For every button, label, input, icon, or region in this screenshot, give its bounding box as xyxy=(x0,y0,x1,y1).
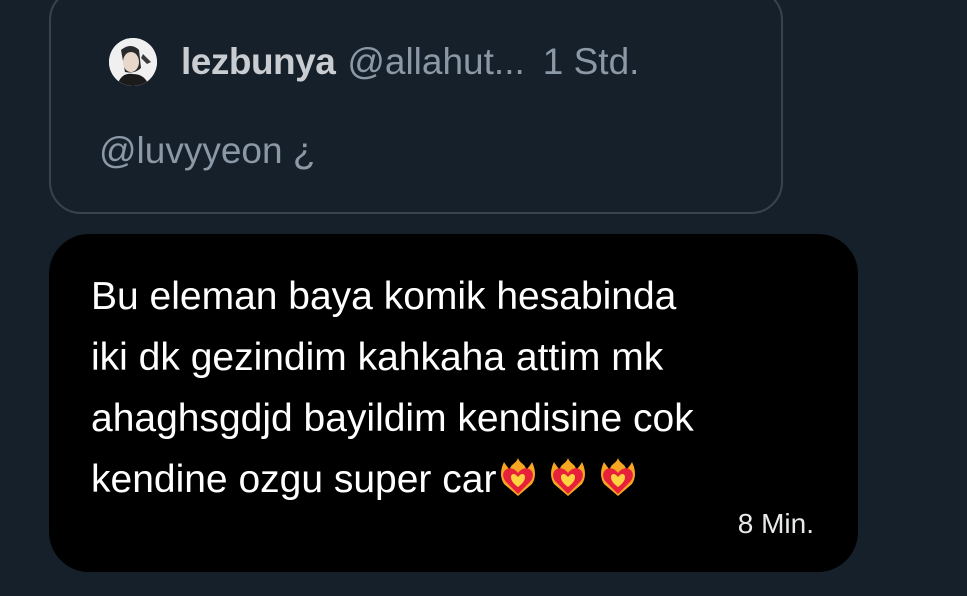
message-line-text: kendine ozgu super car xyxy=(91,458,497,501)
quoted-handle[interactable]: @allahut... xyxy=(347,41,524,83)
message-text: Bu eleman baya komik hesabinda iki dk ge… xyxy=(91,266,831,516)
message-line: Bu eleman baya komik hesabinda xyxy=(91,275,677,318)
message-bubble[interactable]: Bu eleman baya komik hesabinda iki dk ge… xyxy=(49,234,858,572)
user-avatar[interactable] xyxy=(109,38,157,86)
quoted-display-name[interactable]: lezbunya xyxy=(181,41,336,83)
quoted-tweet-header: lezbunya @allahut... 1 Std. xyxy=(109,38,639,86)
heart-on-fire-icon xyxy=(546,454,590,516)
message-line: iki dk gezindim kahkaha attim mk xyxy=(91,336,664,379)
avatar-photo-icon xyxy=(109,38,157,86)
quoted-timestamp[interactable]: 1 Std. xyxy=(543,41,640,83)
quoted-tweet-card[interactable]: lezbunya @allahut... 1 Std. @luvyyeon ¿ xyxy=(49,0,783,214)
heart-on-fire-icon xyxy=(596,454,640,516)
message-line: ahaghsgdjd bayildim kendisine cok xyxy=(91,397,694,440)
message-line-last: kendine ozgu super car xyxy=(91,449,831,516)
message-timestamp: 8 Min. xyxy=(737,508,814,539)
heart-on-fire-icon xyxy=(496,454,540,516)
quoted-tweet-text: @luvyyeon ¿ xyxy=(99,130,316,171)
